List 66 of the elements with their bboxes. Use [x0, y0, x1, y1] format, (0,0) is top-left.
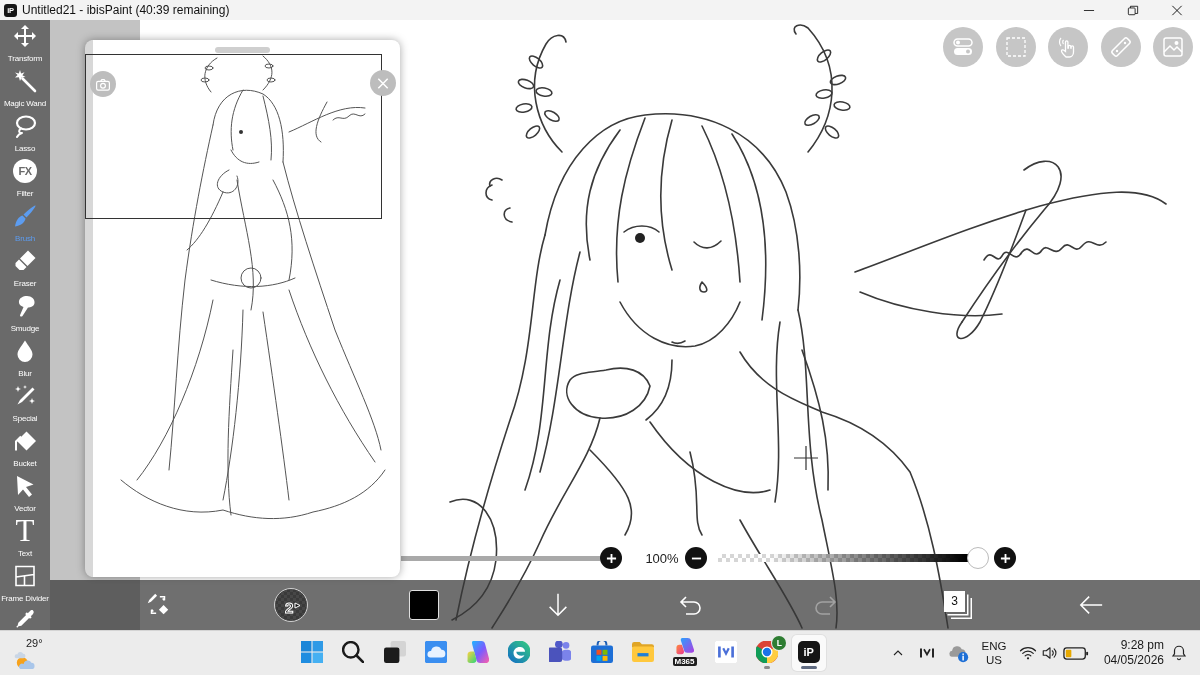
eraser-icon [13, 249, 37, 273]
slider-thumb[interactable] [967, 547, 989, 569]
minus-button[interactable] [685, 547, 707, 569]
small-triangle-icon [294, 601, 302, 609]
tool-button[interactable]: FX Filter [0, 155, 50, 200]
tool-button[interactable]: Transform [0, 20, 50, 65]
tool-button[interactable]: Vector [0, 470, 50, 515]
task-view-icon [383, 641, 406, 663]
drag-handle[interactable] [215, 47, 270, 53]
transform-arrows-icon [13, 24, 37, 48]
clock-button[interactable]: 9:28 pm 04/05/2026 [1100, 636, 1164, 670]
brush-size-button[interactable]: 2 [274, 588, 309, 622]
tool-button[interactable]: Bucket [0, 425, 50, 470]
search-icon [342, 641, 365, 663]
tool-button[interactable]: Magic Wand [0, 65, 50, 110]
frame-divider-icon [13, 564, 37, 588]
image-icon [1161, 35, 1185, 59]
taskbar-app-button[interactable]: L [750, 635, 785, 671]
folder-icon [632, 641, 655, 663]
plus-button[interactable] [994, 547, 1016, 569]
cloud-sun-icon [14, 650, 36, 670]
start-icon [301, 641, 323, 663]
close-icon [1171, 4, 1183, 16]
taskbar-app-button[interactable]: iP [791, 635, 826, 671]
cloud-tile-icon [425, 641, 448, 663]
text-tool-glyph: T [15, 518, 35, 544]
tool-button[interactable]: Special [0, 380, 50, 425]
plus-button[interactable] [600, 547, 622, 569]
language-button[interactable]: ENG US [979, 636, 1009, 670]
tool-button[interactable]: T Text [0, 515, 50, 560]
battery-icon [1062, 645, 1089, 661]
lasso-icon [13, 114, 37, 138]
eyedropper-icon [14, 608, 36, 630]
people-tile-icon [549, 641, 572, 663]
tool-button[interactable]: Eraser [0, 245, 50, 290]
tool-button[interactable]: Frame Divider [0, 560, 50, 605]
magic-wand-icon [13, 69, 37, 93]
brush-icon [13, 204, 37, 228]
profile-badge: L [772, 636, 787, 650]
weather-button[interactable]: 29° [14, 636, 50, 670]
gradient-ribbon-icon [466, 641, 489, 663]
gradient-ribbon-icon [675, 638, 694, 656]
toggles-button[interactable] [943, 27, 983, 67]
taskbar-app-button[interactable]: M365 [667, 635, 702, 671]
wifi-icon [1018, 644, 1037, 662]
size-slider-track[interactable] [401, 555, 600, 561]
window-title: Untitled21 - ibisPaint (40:39 remaining) [22, 3, 230, 17]
speaker-icon [1040, 644, 1059, 662]
bars-logo-icon [714, 641, 737, 663]
ruler-icon [1108, 35, 1133, 59]
bell-icon [1170, 644, 1188, 662]
layers-button[interactable]: 3 [943, 590, 974, 620]
opacity-reading: 100% [644, 550, 680, 566]
camera-icon [95, 76, 111, 92]
tool-button[interactable]: Lasso [0, 110, 50, 155]
plus-icon [999, 552, 1011, 564]
shopping-bag-icon [590, 641, 613, 663]
color-button[interactable] [409, 590, 440, 620]
dashed-square-icon [1003, 35, 1028, 59]
bucket-icon [13, 429, 37, 453]
fx-symbol: FX [13, 159, 37, 183]
app-logo: iP [797, 641, 820, 663]
restore-icon [1127, 4, 1139, 16]
tool-button[interactable]: Blur [0, 335, 50, 380]
tool-button[interactable]: Smudge [0, 290, 50, 335]
plus-icon [605, 552, 617, 564]
